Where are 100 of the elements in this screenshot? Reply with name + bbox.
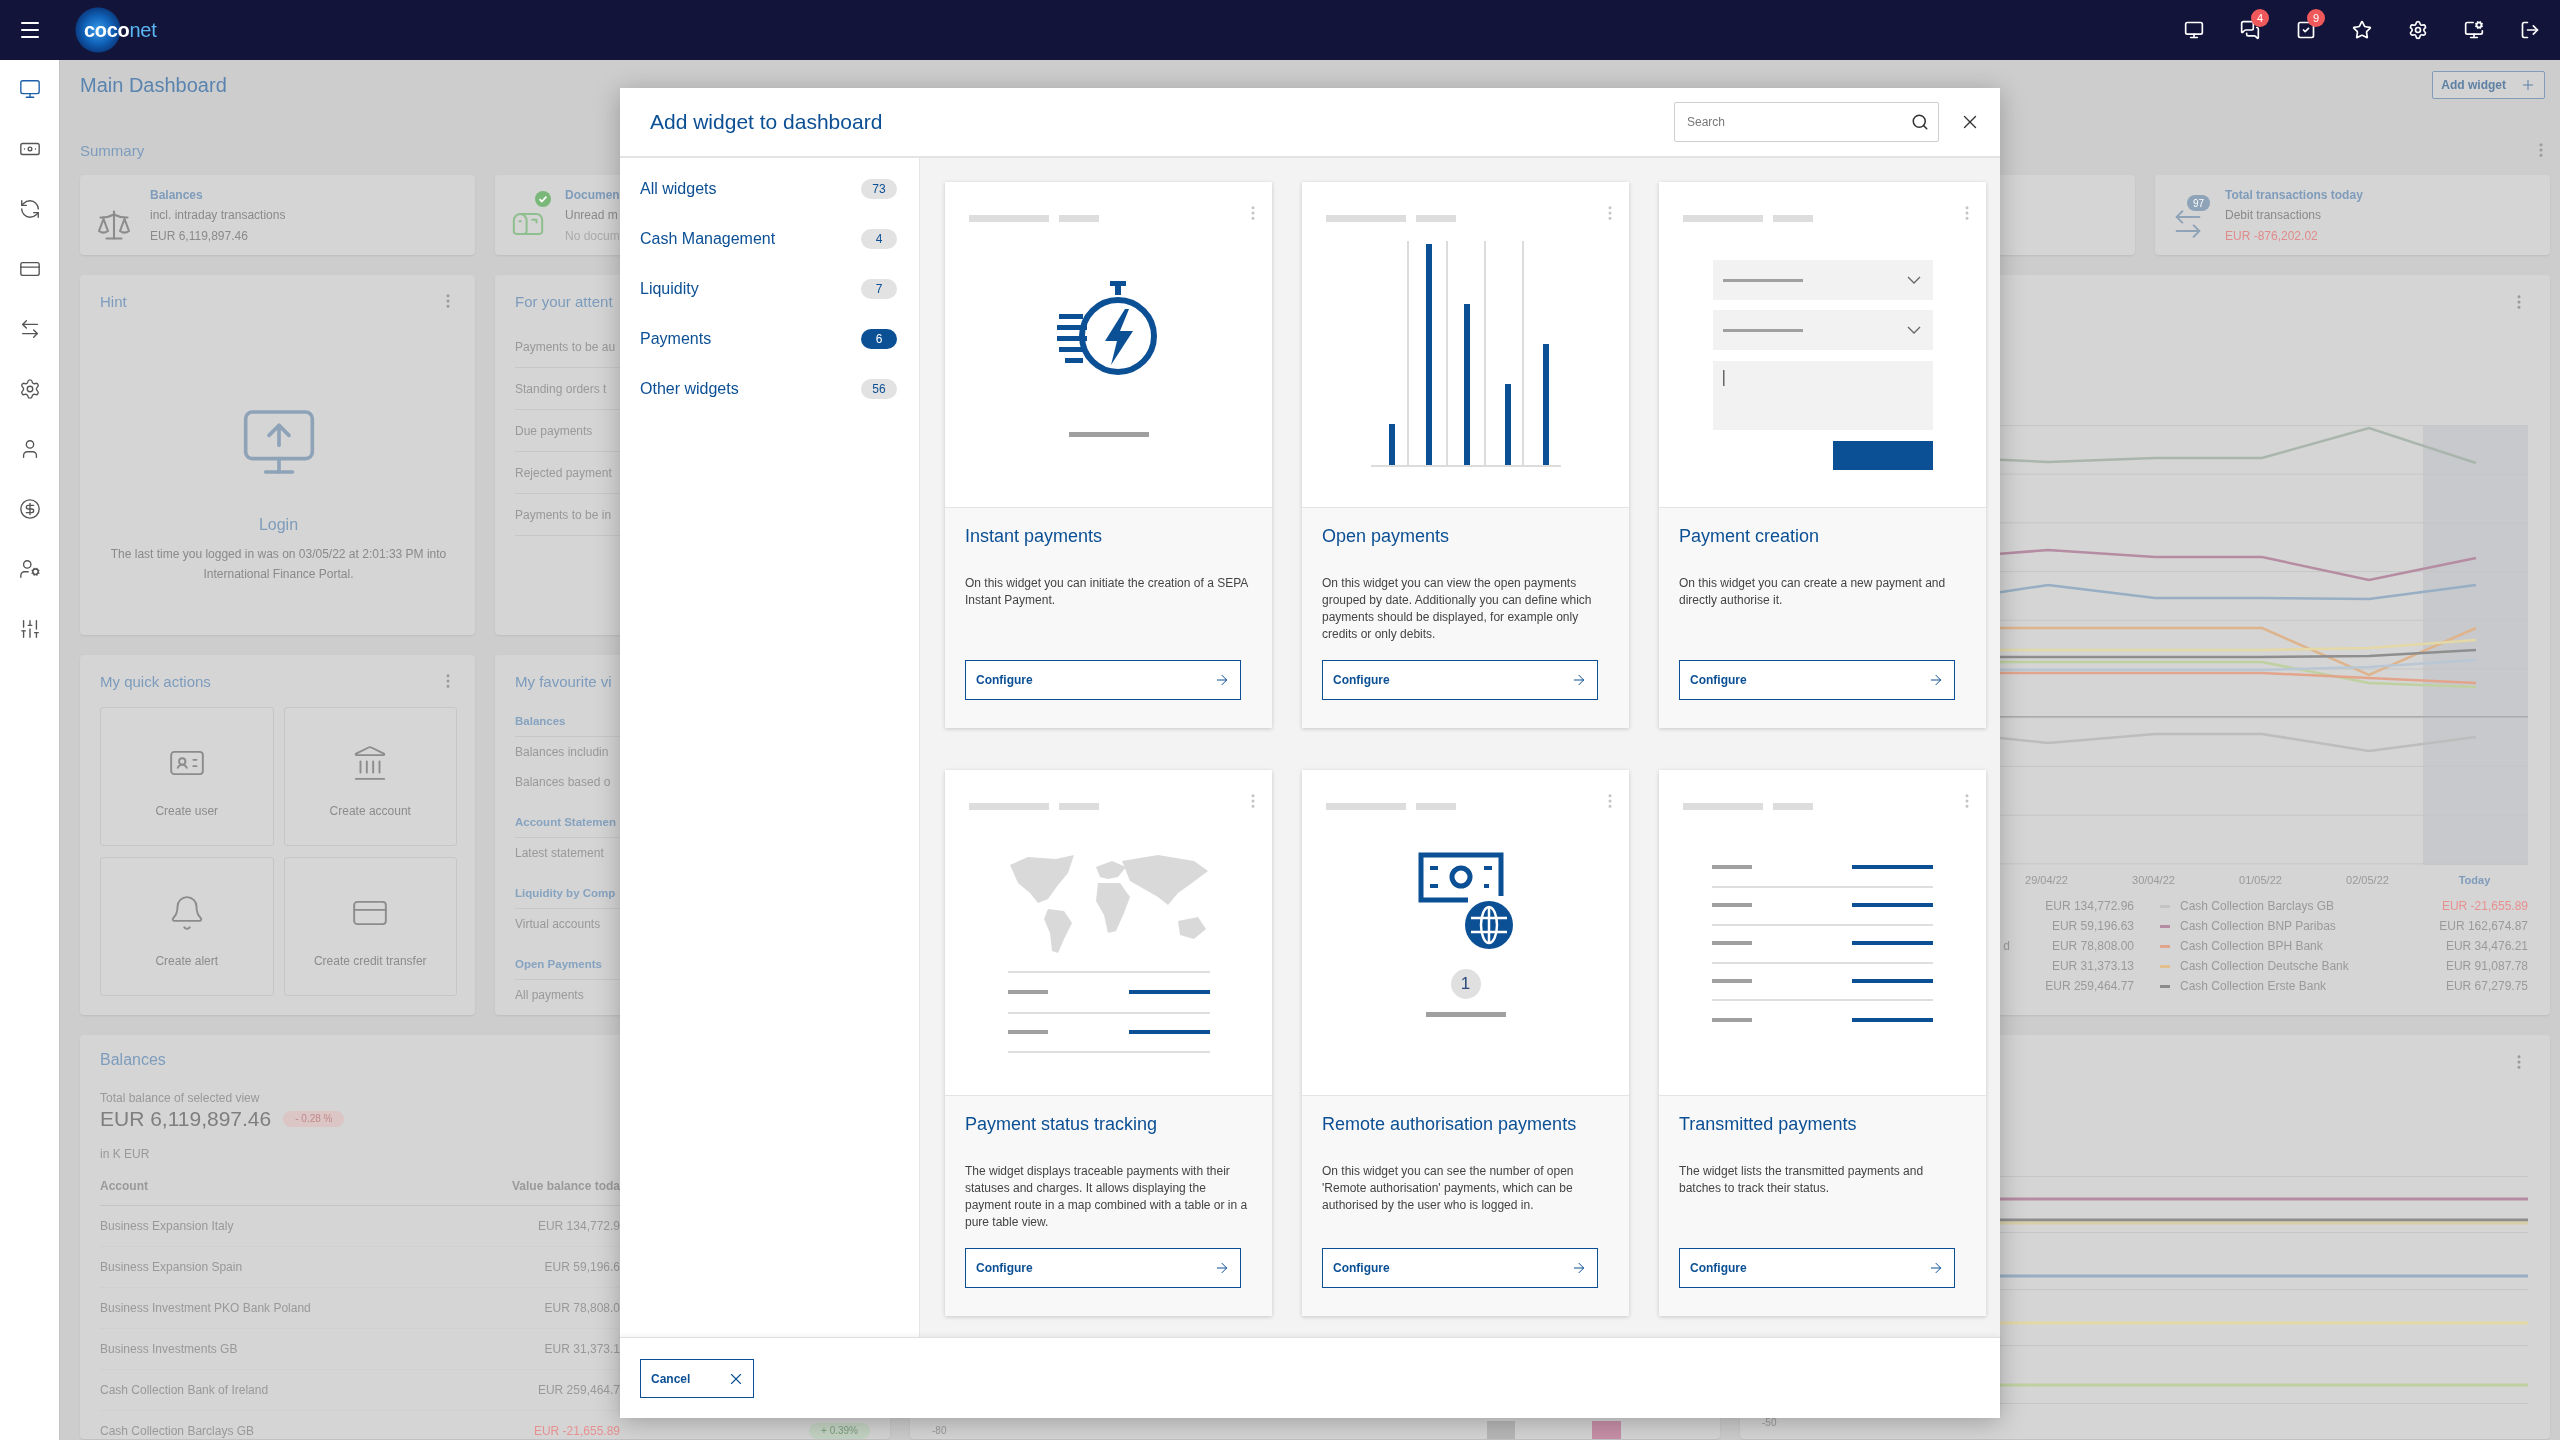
table-cell-text: EUR 31,373.1 bbox=[543, 1342, 620, 1356]
legend-value: EUR 259,464.77 bbox=[2044, 979, 2134, 993]
settings-icon[interactable] bbox=[18, 378, 41, 400]
refresh-icon[interactable] bbox=[18, 198, 41, 220]
widget-title: Instant payments bbox=[965, 525, 1104, 548]
sliders-icon[interactable] bbox=[18, 618, 41, 640]
hint-heading: Login bbox=[258, 515, 299, 535]
arrow-right-icon bbox=[1928, 1260, 1944, 1276]
configure-button[interactable]: Configure bbox=[965, 1248, 1241, 1288]
legend-label: Cash Collection Barclays GB bbox=[2180, 899, 2336, 913]
section-title: Summary bbox=[80, 141, 145, 159]
legend-label: Cash Collection Erste Bank bbox=[2180, 979, 2328, 993]
notification-badge: 9 bbox=[2307, 9, 2325, 27]
banknote-globe-icon bbox=[1417, 852, 1514, 950]
table-cell-text: Cash Collection Barclays GB bbox=[100, 1424, 256, 1438]
legend-value: EUR 78,808.00 bbox=[2050, 939, 2134, 953]
summary-text: EUR -876,202.02 bbox=[2225, 228, 2319, 245]
card-title: Hint bbox=[100, 292, 127, 310]
column-header: Account bbox=[100, 1178, 149, 1195]
configure-button[interactable]: Configure bbox=[1679, 660, 1955, 700]
chart-bar bbox=[1592, 1421, 1621, 1439]
legend-value: EUR 67,279.75 bbox=[2444, 979, 2528, 993]
dialog-title: Add widget to dashboard bbox=[650, 110, 883, 134]
count-badge: 4 bbox=[861, 229, 897, 249]
arrow-right-icon bbox=[1214, 1260, 1230, 1276]
legend-value: EUR 162,674.87 bbox=[2438, 919, 2528, 933]
dollar-icon[interactable] bbox=[18, 498, 41, 520]
chart-bar bbox=[1487, 1421, 1515, 1439]
table-cell-text: EUR -21,655.89 bbox=[532, 1424, 620, 1438]
balance-caption: Total balance of selected view bbox=[100, 1090, 261, 1107]
user-settings-icon[interactable] bbox=[18, 558, 41, 580]
summary-label: Total transactions today bbox=[2225, 187, 2363, 204]
summary-text: incl. intraday transactions bbox=[150, 207, 286, 224]
widget-description: On this widget you can see the number of open 'Remote authorisation' payments, which can be authorised by the user who is logged in. bbox=[1322, 1163, 1575, 1214]
legend-label: Cash Collection Deutsche Bank bbox=[2180, 959, 2350, 973]
category-item[interactable]: Cash Management 4 bbox=[640, 214, 897, 264]
cancel-button[interactable]: Cancel bbox=[640, 1359, 754, 1398]
count-badge: 1 bbox=[1450, 969, 1481, 999]
chart-bar bbox=[1388, 424, 1395, 465]
star-icon[interactable] bbox=[2352, 20, 2372, 40]
legend-label: Cash Collection BNP Paribas bbox=[2180, 919, 2337, 933]
table-cell-text: Cash Collection Bank of Ireland bbox=[100, 1383, 270, 1397]
configure-button[interactable]: Configure bbox=[1679, 1248, 1955, 1288]
notification-badge: 4 bbox=[2251, 9, 2269, 27]
logout-icon[interactable] bbox=[2520, 20, 2540, 40]
category-item[interactable]: Liquidity 7 bbox=[640, 264, 897, 314]
card-title: My quick actions bbox=[100, 672, 211, 690]
monitor-icon[interactable] bbox=[18, 78, 41, 100]
category-item[interactable]: Other widgets 56 bbox=[640, 364, 897, 414]
legend-value: EUR 134,772.96 bbox=[2044, 899, 2134, 913]
legend-value: EUR 34,476.21 bbox=[2444, 939, 2528, 953]
plus-icon bbox=[2520, 77, 2536, 93]
widget-description: The widget displays traceable payments with their statuses and charges. It allows displaying the payment route in a map combined with a table or in a pure table view. bbox=[965, 1163, 1249, 1231]
monitor-icon[interactable] bbox=[2184, 20, 2204, 40]
table-cell-text: EUR 134,772.9 bbox=[536, 1219, 620, 1233]
category-item[interactable]: Payments 6 bbox=[640, 314, 897, 364]
card-title: For your attent bbox=[515, 292, 613, 310]
settings-icon[interactable] bbox=[2408, 20, 2428, 40]
legend-value: EUR 91,087.78 bbox=[2444, 959, 2528, 973]
widget-title: Payment status tracking bbox=[965, 1113, 1159, 1136]
axis-label: 02/05/22 bbox=[2345, 873, 2390, 888]
monitor-settings-icon[interactable] bbox=[2464, 20, 2484, 40]
count-badge: 56 bbox=[861, 379, 897, 399]
arrow-right-icon bbox=[1928, 672, 1944, 688]
column-header: Value balance toda bbox=[510, 1178, 620, 1195]
chat-icon[interactable] bbox=[2240, 20, 2260, 40]
widget-description: On this widget you can create a new payment and directly authorise it. bbox=[1679, 575, 1947, 609]
table-cell-text: EUR 259,464.7 bbox=[536, 1383, 620, 1397]
table-cell-text: Business Investments GB bbox=[100, 1342, 239, 1356]
widget-title: Transmitted payments bbox=[1679, 1113, 1858, 1136]
summary-text: EUR 6,119,897.46 bbox=[150, 228, 249, 245]
count-badge: 6 bbox=[861, 329, 897, 349]
configure-button[interactable]: Configure bbox=[1322, 660, 1598, 700]
arrow-right-icon bbox=[1571, 672, 1587, 688]
axis-label: 29/04/22 bbox=[2024, 873, 2069, 888]
widget-title: Remote authorisation payments bbox=[1322, 1113, 1578, 1136]
table-cell-text: Business Expansion Spain bbox=[100, 1260, 244, 1274]
checkbox-icon[interactable] bbox=[2296, 20, 2316, 40]
card-title: Balances bbox=[100, 1050, 167, 1070]
legend-value: EUR -21,655.89 bbox=[2440, 899, 2528, 913]
summary-text: Debit transactions bbox=[2225, 207, 2323, 224]
hint-message: The last time you logged in was on 03/05/22 at 2:01:33 PM into International Finance Portal. bbox=[109, 546, 448, 583]
count-badge: 97 bbox=[2187, 195, 2211, 211]
table-cell-text: Business Investment PKO Bank Poland bbox=[100, 1301, 312, 1315]
search-field[interactable]: Search bbox=[1674, 102, 1939, 142]
change-badge: - 0.28 % bbox=[283, 1111, 345, 1127]
table-cell-text: EUR 78,808.0 bbox=[543, 1301, 620, 1315]
widget-description: On this widget you can initiate the creation of a SEPA Instant Payment. bbox=[965, 575, 1249, 609]
summary-label: Documen bbox=[565, 187, 620, 204]
legend-value: EUR 59,196.63 bbox=[2050, 919, 2134, 933]
search-icon[interactable] bbox=[1911, 113, 1929, 131]
legend-value: EUR 31,373.13 bbox=[2050, 959, 2134, 973]
axis-label: 30/04/22 bbox=[2131, 873, 2176, 888]
configure-button[interactable]: Configure bbox=[965, 660, 1241, 700]
arrow-right-icon bbox=[1214, 672, 1230, 688]
category-item[interactable]: All widgets 73 bbox=[640, 164, 897, 214]
configure-button[interactable]: Configure bbox=[1322, 1248, 1598, 1288]
page-title: Main Dashboard bbox=[80, 73, 227, 97]
widget-title: Payment creation bbox=[1679, 525, 1821, 548]
axis-label: 01/05/22 bbox=[2238, 873, 2283, 888]
